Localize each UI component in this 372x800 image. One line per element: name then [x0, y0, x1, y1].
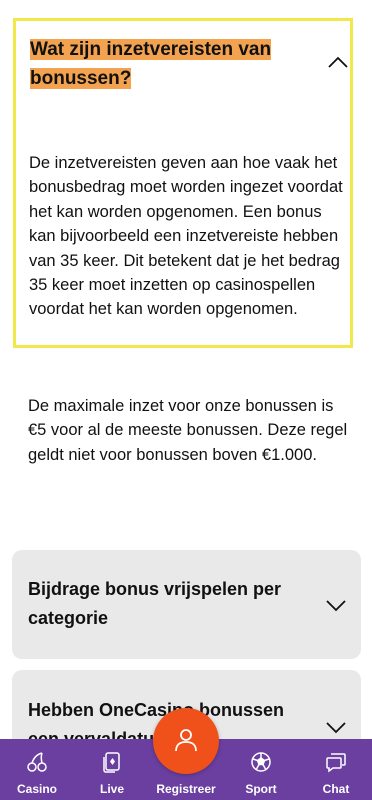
soccer-ball-icon [250, 751, 272, 773]
nav-label: Chat [322, 782, 350, 796]
faq-question[interactable]: Bijdrage bonus vrijspelen per categorie [28, 575, 313, 633]
nav-label: Casino [16, 782, 57, 796]
user-icon [175, 729, 197, 752]
cards-icon [101, 751, 123, 773]
chevron-down-icon[interactable] [325, 599, 347, 613]
faq-item-open[interactable]: Wat zijn inzetvereisten van bonussen? De… [13, 18, 353, 348]
cherries-icon [26, 751, 48, 773]
faq-answer: De inzetvereisten geven aan hoe vaak het… [29, 154, 343, 319]
faq-question[interactable]: Wat zijn inzetvereisten van bonussen? [30, 35, 290, 93]
chat-icon [325, 751, 347, 773]
nav-sport[interactable]: Sport [231, 739, 291, 800]
nav-label: Registreer [156, 782, 216, 796]
chevron-up-icon[interactable] [327, 55, 349, 69]
nav-label: Live [99, 782, 124, 796]
chevron-down-icon[interactable] [325, 721, 347, 735]
nav-chat[interactable]: Chat [306, 739, 366, 800]
nav-casino[interactable]: Casino [7, 739, 67, 800]
register-button[interactable] [153, 708, 219, 774]
max-bet-text: De maximale inzet voor onze bonussen is … [28, 397, 348, 464]
faq-item-bonus-contribution[interactable]: Bijdrage bonus vrijspelen per categorie [12, 550, 361, 659]
nav-label: Sport [245, 782, 277, 796]
nav-live[interactable]: Live [82, 739, 142, 800]
